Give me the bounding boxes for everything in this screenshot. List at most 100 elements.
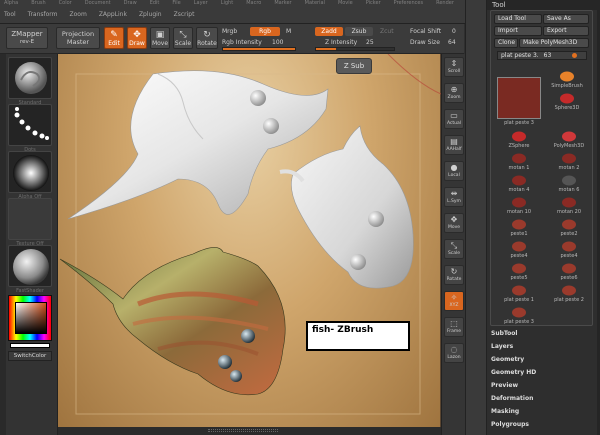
zsub-toggle[interactable]: Zsub <box>345 27 373 36</box>
bottom-tray-grip[interactable] <box>208 429 278 432</box>
export-button[interactable]: Export <box>543 26 589 36</box>
make-polymesh-button[interactable]: Make PolyMesh3D <box>519 38 589 48</box>
tool-thumb-14[interactable] <box>559 239 579 253</box>
subpalette-deformation[interactable]: Deformation <box>491 394 595 403</box>
subpalette-subtool[interactable]: SubTool <box>491 329 595 338</box>
load-tool-button[interactable]: Load Tool <box>494 14 542 24</box>
save-as-button[interactable]: Save As <box>543 14 589 24</box>
tool-thumb-selected[interactable] <box>497 77 541 119</box>
tool-thumb-7[interactable] <box>509 173 529 187</box>
tool-thumb-5[interactable] <box>509 151 529 165</box>
tool-palette-title[interactable]: Tool <box>487 0 600 10</box>
menu-top-marker[interactable]: Marker <box>274 0 291 8</box>
tool-thumb-6[interactable] <box>559 151 579 165</box>
menu-transform[interactable]: Transform <box>28 8 58 22</box>
import-button[interactable]: Import <box>494 26 542 36</box>
menu-top-brush[interactable]: Brush <box>31 0 45 8</box>
shelf-zoom-button[interactable]: ⊕ Zoom <box>444 83 464 103</box>
tool-thumb-10[interactable] <box>559 195 579 209</box>
switch-color-button[interactable]: SwitchColor <box>8 351 52 361</box>
zadd-toggle[interactable]: Zadd <box>315 27 343 36</box>
menu-top-movie[interactable]: Movie <box>338 0 353 8</box>
tool-thumb-9[interactable] <box>509 195 529 209</box>
shelf-move-button[interactable]: ✥ Move <box>444 213 464 233</box>
subpalette-layers[interactable]: Layers <box>491 342 595 351</box>
tool-thumb-17[interactable] <box>509 283 529 297</box>
tool-thumb-2[interactable] <box>557 91 577 105</box>
rgb-intensity-slider[interactable] <box>222 47 296 51</box>
subpalette-masking[interactable]: Masking <box>491 407 595 416</box>
shelf-actual-button[interactable]: ▭ Actual <box>444 109 464 129</box>
tool-thumb-4[interactable] <box>559 129 579 143</box>
m-toggle[interactable]: M <box>286 28 291 35</box>
brush-standard[interactable] <box>8 57 52 99</box>
tool-thumb-1[interactable] <box>557 69 577 83</box>
zsub-floating-button[interactable]: Z Sub <box>336 58 372 74</box>
shelf-lazon-button[interactable]: ◌ Lazon <box>444 343 464 363</box>
shelf-rotate-button[interactable]: ↻ Rotate <box>444 265 464 285</box>
shelf-frame-button[interactable]: ⬚ Frame <box>444 317 464 337</box>
current-tool-slider[interactable]: plat peste 3. 63 <box>497 51 587 60</box>
rgb-toggle[interactable]: Rgb <box>250 27 280 36</box>
mrgb-toggle[interactable]: Mrgb <box>222 28 237 35</box>
rotate-button[interactable]: ↻ Rotate <box>196 27 218 49</box>
secondary-color-swatch[interactable] <box>10 343 50 348</box>
shelf-lsym-button[interactable]: ⇹ L.Sym <box>444 187 464 207</box>
move-button[interactable]: ▣ Move <box>150 27 170 49</box>
menu-top-edit[interactable]: Edit <box>150 0 160 8</box>
tool-thumb-8[interactable] <box>559 173 579 187</box>
shelf-xyz-button[interactable]: ✧ XYZ <box>444 291 464 311</box>
menu-top-material[interactable]: Material <box>305 0 325 8</box>
menu-top-macro[interactable]: Macro <box>246 0 261 8</box>
tool-thumb-19[interactable] <box>509 305 529 319</box>
bottom-tray-handle[interactable] <box>58 427 441 435</box>
subpalette-polygroups[interactable]: Polygroups <box>491 420 595 429</box>
color-picker[interactable] <box>8 295 52 341</box>
document-canvas[interactable]: Z Sub fish- ZBrush <box>58 54 441 427</box>
tool-thumb-12[interactable] <box>559 217 579 231</box>
menu-top-document[interactable]: Document <box>85 0 111 8</box>
brush-material[interactable] <box>8 245 52 287</box>
tool-thumb-13[interactable] <box>509 239 529 253</box>
edit-button[interactable]: ✎ Edit <box>104 27 124 49</box>
menu-zplugin[interactable]: Zplugin <box>139 8 162 22</box>
z-intensity-slider[interactable] <box>315 47 395 51</box>
subpalette-geometry-hd[interactable]: Geometry HD <box>491 368 595 377</box>
menu-tool[interactable]: Tool <box>4 8 16 22</box>
tool-thumb-11[interactable] <box>509 217 529 231</box>
menu-top-light[interactable]: Light <box>221 0 233 8</box>
shelf-aahalf-button[interactable]: ▤ AAHalf <box>444 135 464 155</box>
menu-top-layer[interactable]: Layer <box>194 0 208 8</box>
shelf-scroll-button[interactable]: ⇕ Scroll <box>444 57 464 77</box>
menu-top-color[interactable]: Color <box>59 0 72 8</box>
brush-texture[interactable] <box>8 198 52 240</box>
menu-top-preferences[interactable]: Preferences <box>394 0 423 8</box>
zmapper-button[interactable]: ZMapper rev-E <box>6 27 48 49</box>
scale-button[interactable]: ⤡ Scale <box>173 27 193 49</box>
projection-master-button[interactable]: Projection Master <box>56 27 100 49</box>
tool-thumb-18[interactable] <box>559 283 579 297</box>
zcut-toggle[interactable]: Zcut <box>380 28 394 35</box>
tool-thumb-3[interactable] <box>509 129 529 143</box>
clone-button[interactable]: Clone <box>494 38 518 48</box>
tool-thumb-15[interactable] <box>509 261 529 275</box>
left-tray-handle[interactable] <box>0 54 6 435</box>
menu-top-alpha[interactable]: Alpha <box>4 0 18 8</box>
menu-top-file[interactable]: File <box>172 0 180 8</box>
color-picker-sv-square[interactable] <box>15 302 47 334</box>
draw-button[interactable]: ✥ Draw <box>127 27 147 49</box>
shelf-scale-button[interactable]: ⤡ Scale <box>444 239 464 259</box>
menu-top-picker[interactable]: Picker <box>366 0 381 8</box>
menu-top-render[interactable]: Render <box>436 0 454 8</box>
menu-zoom[interactable]: Zoom <box>70 8 87 22</box>
menu-top-draw[interactable]: Draw <box>124 0 137 8</box>
brush-alpha[interactable] <box>8 151 52 193</box>
subpalette-geometry[interactable]: Geometry <box>491 355 595 364</box>
subpalette-preview[interactable]: Preview <box>491 381 595 390</box>
menu-zscript[interactable]: Zscript <box>174 8 195 22</box>
menu-zapplink[interactable]: ZAppLink <box>99 8 127 22</box>
brush-dots[interactable] <box>8 104 52 146</box>
current-tool-slider-knob[interactable] <box>571 53 577 58</box>
right-tray-separator[interactable] <box>465 0 487 435</box>
shelf-local-button[interactable]: ● Local <box>444 161 464 181</box>
